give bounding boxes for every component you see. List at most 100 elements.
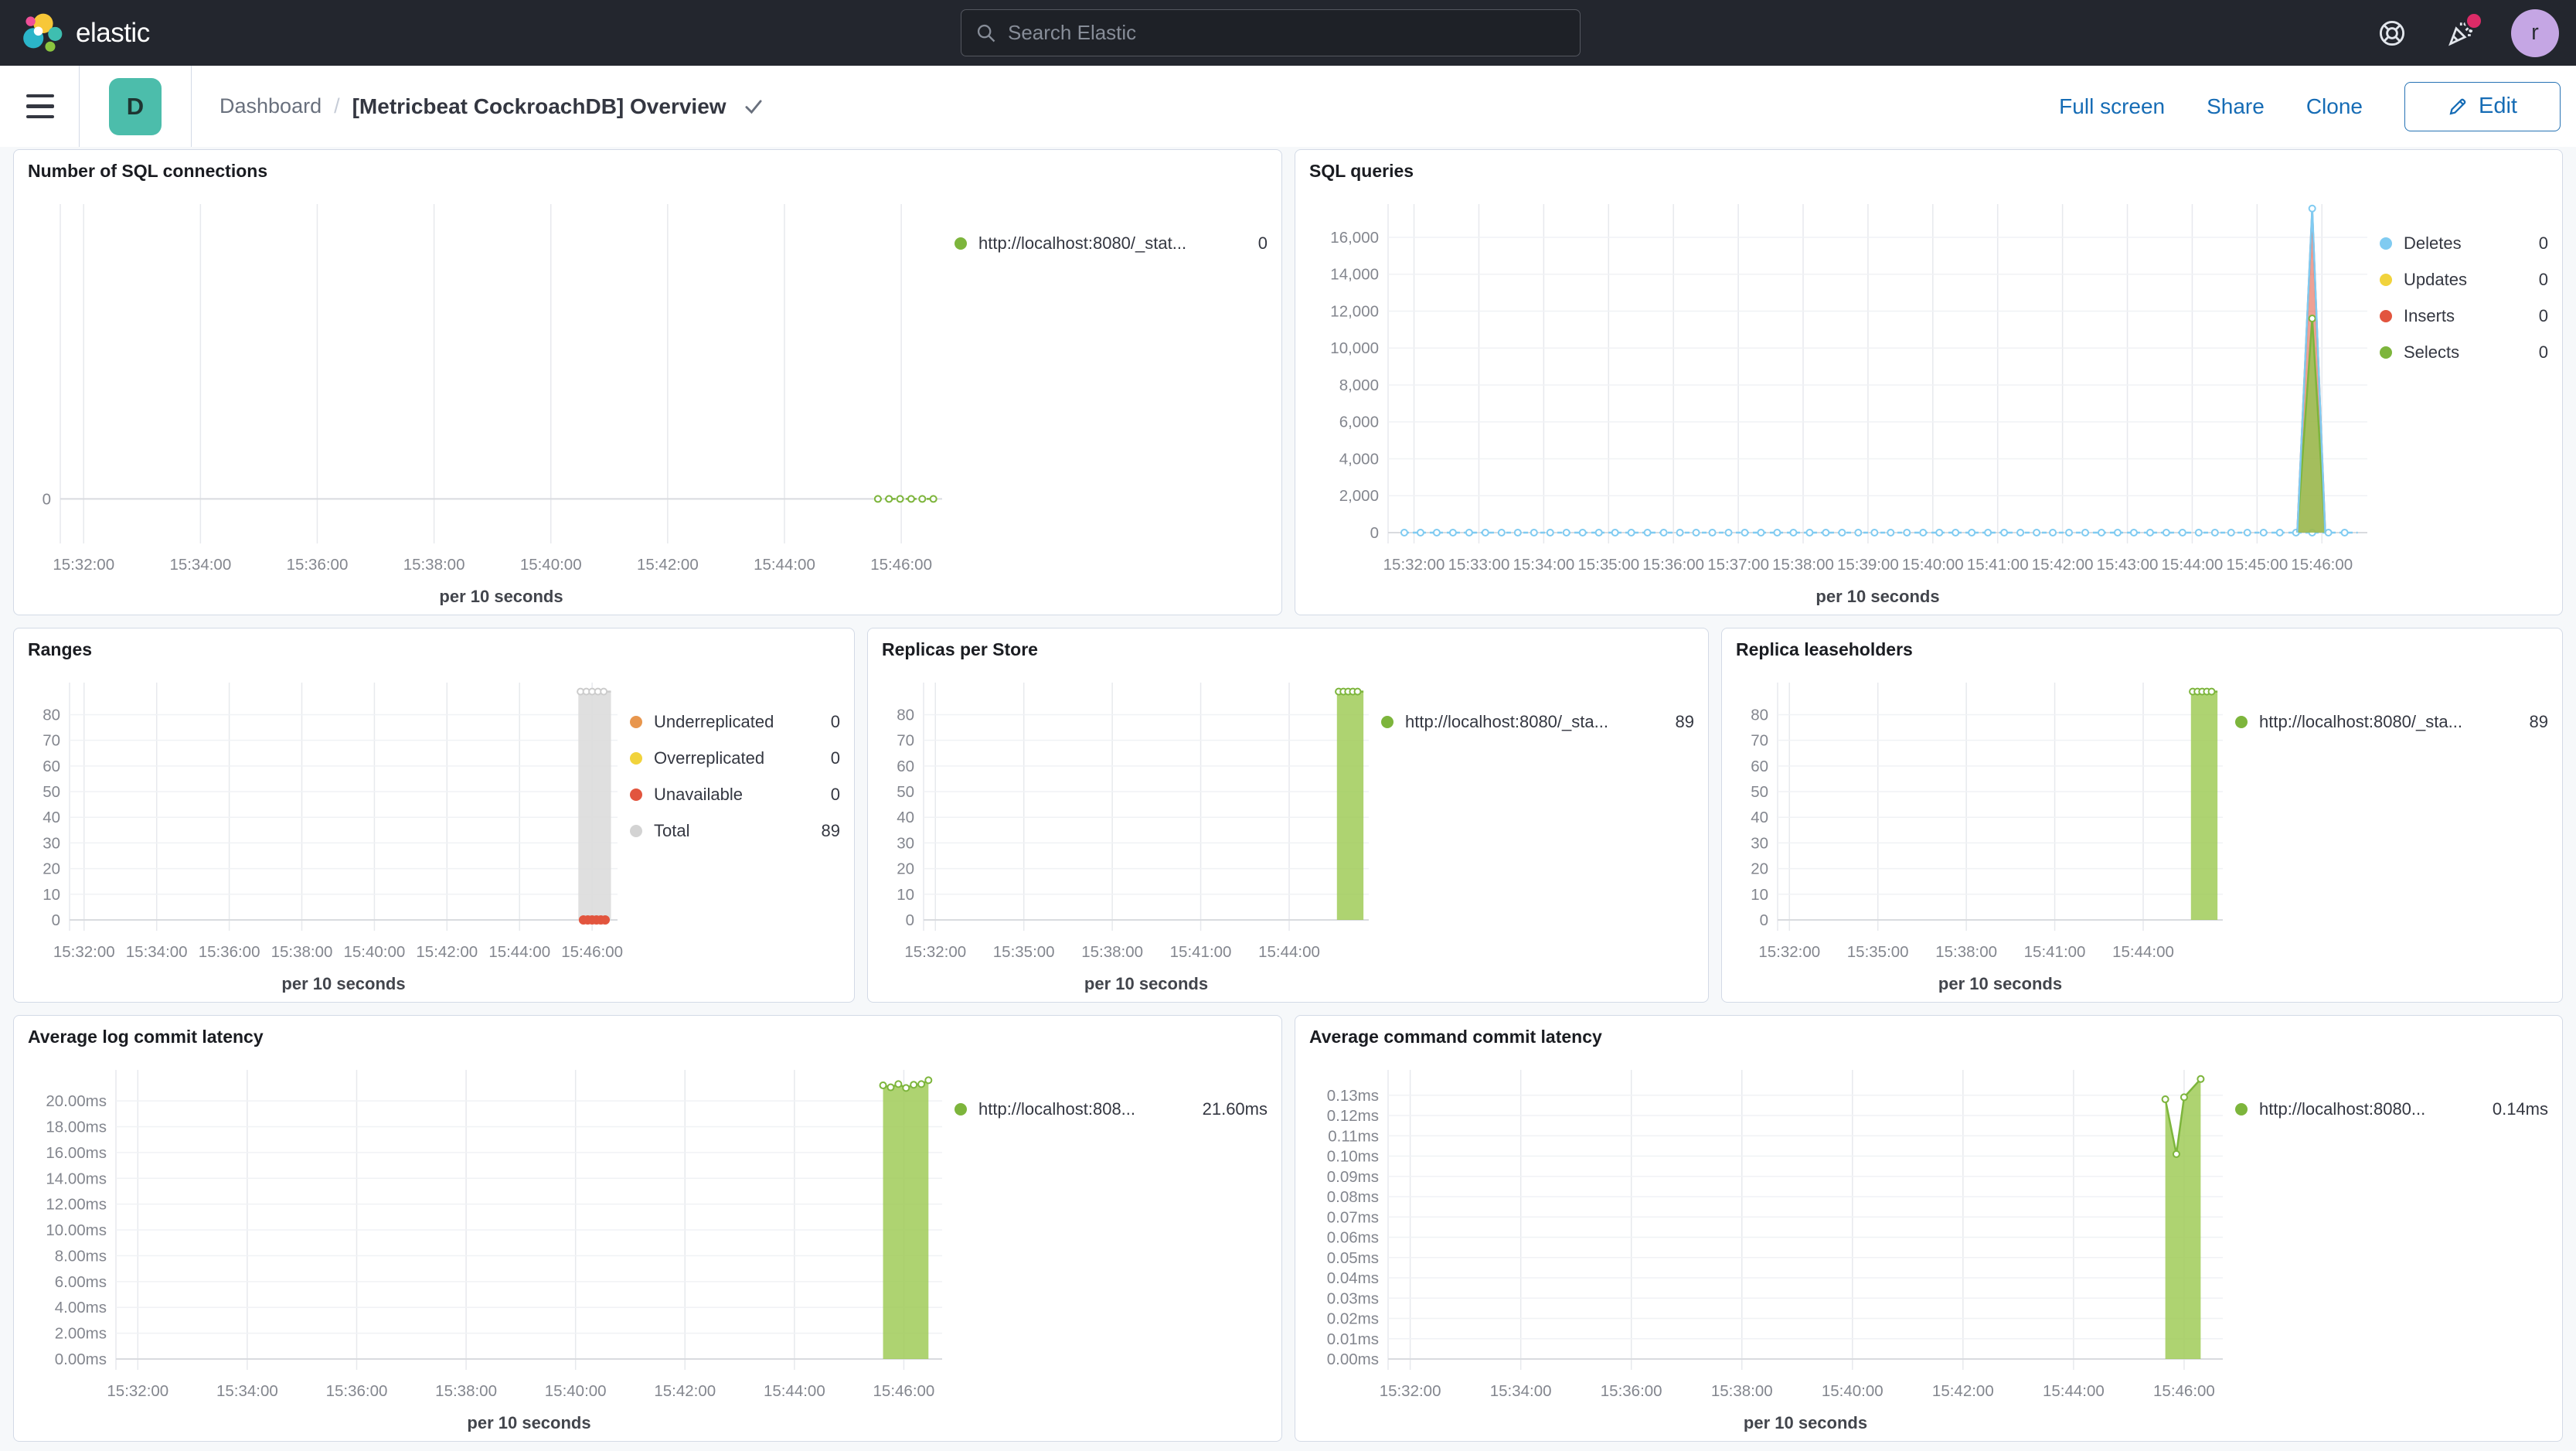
menu-button[interactable]	[0, 66, 62, 147]
full-screen-button[interactable]: Full screen	[2059, 94, 2165, 119]
panel-average-log-commit-latency: Average log commit latency 15:32:00 15:34…	[13, 1015, 1282, 1442]
ranges-chart[interactable]: 15:32:00 15:34:00 15:36:00 15:38:00 15:40:00…	[28, 672, 630, 993]
legend-series-value: 0	[830, 748, 840, 768]
avg-log-commit-latency-chart[interactable]: 15:32:00 15:34:00 15:36:00 15:38:00 15:40:00…	[28, 1059, 955, 1432]
legend-item[interactable]: Unavailable 0	[630, 785, 840, 805]
svg-text:15:44:00: 15:44:00	[2112, 943, 2174, 961]
svg-text:10: 10	[43, 886, 60, 904]
svg-text:15:42:00: 15:42:00	[654, 1382, 716, 1400]
svg-text:15:35:00: 15:35:00	[1847, 943, 1909, 961]
svg-text:30: 30	[897, 834, 914, 852]
legend-item[interactable]: Overreplicated 0	[630, 748, 840, 768]
chart-svg: 15:32:00 15:34:00 15:36:00 15:38:00 15:40:00…	[43, 204, 942, 606]
svg-text:per 10 seconds: per 10 seconds	[467, 1413, 590, 1432]
svg-text:0.00ms: 0.00ms	[55, 1351, 107, 1368]
svg-text:15:34:00: 15:34:00	[169, 556, 231, 574]
replica-leaseholders-chart[interactable]: 15:32:00 15:35:00 15:38:00 15:41:00 15:44:00…	[1736, 672, 2235, 993]
legend-series-dot	[2380, 346, 2392, 359]
news-button[interactable]	[2443, 11, 2483, 50]
svg-text:0.09ms: 0.09ms	[1327, 1168, 1379, 1186]
share-button[interactable]: Share	[2207, 94, 2265, 119]
legend-item[interactable]: Underreplicated 0	[630, 712, 840, 732]
help-button[interactable]	[2375, 16, 2409, 50]
svg-text:10,000: 10,000	[1330, 339, 1379, 357]
legend-series-value: 0	[2538, 233, 2548, 253]
legend-item[interactable]: http://localhost:808... 21.60ms	[955, 1099, 1268, 1119]
space-badge[interactable]: D	[109, 77, 162, 135]
svg-text:80: 80	[43, 706, 60, 724]
legend-series-label: Underreplicated	[654, 712, 774, 731]
legend-item[interactable]: Deletes 0	[2380, 233, 2548, 254]
svg-text:0.00ms: 0.00ms	[1327, 1351, 1379, 1368]
sql-connections-chart[interactable]: 15:32:00 15:34:00 15:36:00 15:38:00 15:40:00…	[28, 193, 955, 606]
legend-item[interactable]: Updates 0	[2380, 270, 2548, 290]
legend-item[interactable]: Inserts 0	[2380, 306, 2548, 326]
legend-series-value: 0	[830, 712, 840, 731]
svg-text:50: 50	[897, 783, 914, 801]
legend-series-dot	[2380, 274, 2392, 286]
edit-button[interactable]: Edit	[2404, 81, 2561, 131]
space-selector: D	[79, 66, 192, 147]
legend-series-label: Unavailable	[654, 785, 743, 804]
chart-legend: http://localhost:8080/_stat... 0	[955, 193, 1268, 605]
legend-series-label: http://localhost:8080...	[2259, 1099, 2426, 1119]
legend-item[interactable]: http://localhost:8080... 0.14ms	[2235, 1099, 2548, 1119]
svg-text:0: 0	[1760, 911, 1768, 929]
chart-svg: 15:32:00 15:34:00 15:36:00 15:38:00 15:40:00…	[46, 1070, 942, 1432]
chart-svg: 15:32:00 15:34:00 15:36:00 15:38:00 15:40:00…	[1327, 1070, 2223, 1432]
svg-text:15:38:00: 15:38:00	[1772, 556, 1834, 574]
svg-text:15:32:00: 15:32:00	[107, 1382, 168, 1400]
svg-text:20.00ms: 20.00ms	[46, 1092, 107, 1110]
svg-text:15:34:00: 15:34:00	[1490, 1382, 1552, 1400]
svg-text:15:32:00: 15:32:00	[1383, 556, 1445, 574]
legend-series-dot	[1381, 716, 1393, 728]
sql-queries-chart[interactable]: 15:32:00 15:33:00 15:34:00 15:35:00 15:36:00…	[1309, 193, 2380, 606]
svg-text:6,000: 6,000	[1339, 414, 1379, 431]
legend-item[interactable]: http://localhost:8080/_sta... 89	[2235, 712, 2548, 732]
svg-text:0.06ms: 0.06ms	[1327, 1229, 1379, 1247]
svg-text:0.13ms: 0.13ms	[1327, 1087, 1379, 1105]
svg-text:40: 40	[897, 809, 914, 826]
svg-text:4,000: 4,000	[1339, 450, 1379, 468]
legend-series-value: 21.60ms	[1202, 1099, 1268, 1119]
panel-sql-queries: SQL queries 15:32:00 15:33:00 15:34:00 15:3…	[1295, 149, 2563, 615]
svg-text:15:38:00: 15:38:00	[1711, 1382, 1773, 1400]
panel-number-of-sql-connections: Number of SQL connections 15:32:00 15:34:…	[13, 149, 1282, 615]
legend-series-dot	[630, 825, 642, 837]
svg-text:15:32:00: 15:32:00	[53, 556, 114, 574]
legend-series-value: 0	[830, 785, 840, 804]
search-input[interactable]	[1008, 21, 1566, 45]
svg-text:15:44:00: 15:44:00	[2043, 1382, 2105, 1400]
life-ring-icon	[2379, 20, 2405, 46]
svg-text:15:32:00: 15:32:00	[904, 943, 966, 961]
svg-text:per 10 seconds: per 10 seconds	[1744, 1413, 1867, 1432]
user-avatar[interactable]: r	[2511, 9, 2559, 57]
global-search[interactable]	[961, 9, 1581, 56]
legend-item[interactable]: Selects 0	[2380, 342, 2548, 363]
svg-text:15:46:00: 15:46:00	[561, 943, 623, 961]
legend-item[interactable]: http://localhost:8080/_stat... 0	[955, 233, 1268, 254]
clone-button[interactable]: Clone	[2306, 94, 2363, 119]
replicas-per-store-chart[interactable]: 15:32:00 15:35:00 15:38:00 15:41:00 15:44:00…	[882, 672, 1381, 993]
panel-title: SQL queries	[1309, 161, 1414, 181]
breadcrumb-dashboard-link[interactable]: Dashboard	[219, 94, 322, 118]
notification-badge	[2465, 11, 2483, 30]
svg-text:15:34:00: 15:34:00	[216, 1382, 278, 1400]
svg-text:per 10 seconds: per 10 seconds	[1815, 587, 1939, 605]
svg-text:per 10 seconds: per 10 seconds	[439, 587, 563, 605]
svg-text:15:40:00: 15:40:00	[344, 943, 406, 961]
svg-text:15:39:00: 15:39:00	[1837, 556, 1899, 574]
svg-text:0: 0	[43, 490, 51, 508]
title-caret-button[interactable]	[744, 98, 764, 115]
avg-command-commit-latency-chart[interactable]: 15:32:00 15:34:00 15:36:00 15:38:00 15:40:00…	[1309, 1059, 2235, 1432]
dashboard-grid: Number of SQL connections 15:32:00 15:34:…	[0, 147, 2576, 1442]
legend-item[interactable]: Total 89	[630, 821, 840, 841]
svg-text:60: 60	[897, 758, 914, 775]
panel-replicas-per-store: Replicas per Store 15:32:00 15:35:00 15:38…	[867, 628, 1709, 1003]
elastic-logo[interactable]: elastic	[0, 11, 356, 56]
logo-wordmark: elastic	[76, 17, 150, 48]
legend-item[interactable]: http://localhost:8080/_sta... 89	[1381, 712, 1694, 732]
svg-text:80: 80	[1751, 706, 1768, 724]
svg-text:15:43:00: 15:43:00	[2097, 556, 2159, 574]
svg-text:0: 0	[906, 911, 914, 929]
